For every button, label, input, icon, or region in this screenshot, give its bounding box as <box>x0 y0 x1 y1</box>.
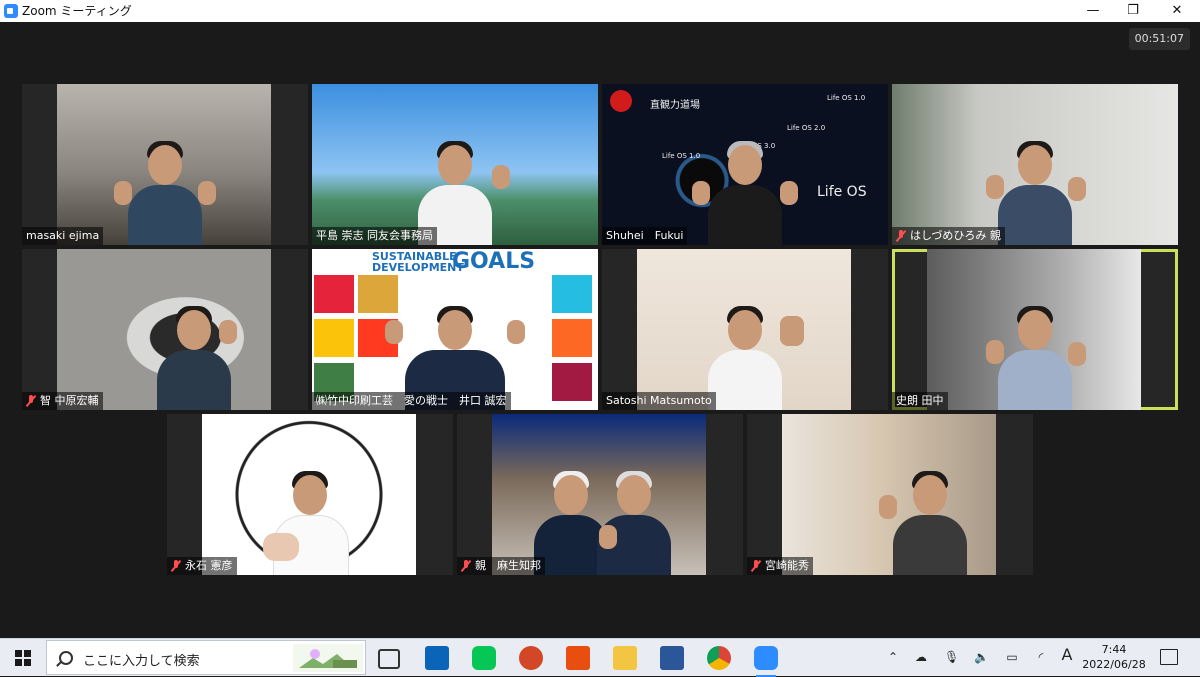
participant-tile-active-speaker[interactable]: 史朗 田中 <box>892 249 1178 410</box>
participant-name: 平島 崇志 同友会事務局 <box>316 229 433 242</box>
sdg-heading: SUSTAINABLE DEVELOPMENT <box>372 251 464 273</box>
participant-video <box>879 465 975 575</box>
participant-video <box>986 300 1086 410</box>
participant-tile[interactable]: SUSTAINABLE DEVELOPMENT GOALS ㈱竹中印刷工芸 愛の… <box>312 249 598 410</box>
participant-tile[interactable]: 平島 崇志 同友会事務局 <box>312 84 598 245</box>
chevron-up-icon[interactable]: ⌃ <box>886 650 900 664</box>
clock-date: 2022/06/28 <box>1082 658 1146 671</box>
ime-mode-indicator[interactable]: A <box>1060 647 1074 663</box>
chrome-icon[interactable] <box>707 646 731 670</box>
speaker-icon[interactable]: 🔈 <box>974 650 989 664</box>
zoom-taskbar-icon[interactable] <box>754 646 778 677</box>
lifeos-brand: Life OS <box>817 184 867 200</box>
participant-name-tag: はしづめひろみ 親 <box>892 227 1005 245</box>
word-icon[interactable] <box>660 646 684 670</box>
search-highlight-illustration <box>293 644 363 672</box>
participant-name: ㈱竹中印刷工芸 愛の戦士 井口 誠宏 <box>316 394 507 407</box>
wifi-icon[interactable]: ◜ <box>1034 650 1048 664</box>
window-title-bar: Zoom ミーティング — ❐ ✕ <box>0 0 1200 22</box>
participant-tile[interactable]: 智 中原宏輔 <box>22 249 308 410</box>
participant-video <box>692 135 798 245</box>
participant-tile[interactable]: 直観力道場 Life OS 1.0 Life OS 1.0 Life OS 2.… <box>602 84 888 245</box>
mic-muted-icon <box>896 230 906 242</box>
microphone-icon[interactable]: 🎙 <box>944 650 959 664</box>
participant-name-tag: 史朗 田中 <box>892 392 948 410</box>
participant-tile[interactable]: はしづめひろみ 親 <box>892 84 1178 245</box>
line-icon[interactable] <box>472 646 496 670</box>
participant-name-tag: ㈱竹中印刷工芸 愛の戦士 井口 誠宏 <box>312 392 511 410</box>
clock-time: 7:44 <box>1101 643 1127 656</box>
lifeos-label: Life OS 1.0 <box>827 94 866 102</box>
file-explorer-icon[interactable] <box>613 646 637 670</box>
participant-name-tag: 平島 崇志 同友会事務局 <box>312 227 437 245</box>
participant-name-tag: 永石 憲彦 <box>167 557 237 575</box>
outlook-icon[interactable] <box>425 646 449 670</box>
participant-name-tag: masaki ejima <box>22 227 104 245</box>
participant-name: Satoshi Matsumoto <box>606 394 712 407</box>
lifeos-label: Life OS 1.0 <box>662 152 701 160</box>
notification-center-icon[interactable] <box>1160 649 1178 665</box>
participant-name: 史朗 田中 <box>896 394 944 407</box>
participant-name: 親 麻生知邦 <box>475 559 541 572</box>
participant-name: 智 中原宏輔 <box>40 394 99 407</box>
participant-video <box>589 465 679 575</box>
mic-muted-icon <box>26 395 36 407</box>
task-view-icon[interactable] <box>378 649 400 669</box>
dojo-title: 直観力道場 <box>650 100 700 111</box>
search-icon <box>59 651 73 665</box>
mic-muted-icon <box>171 560 181 572</box>
participant-name-tag: Shuhei Fukui <box>602 227 688 245</box>
participant-tile[interactable]: 宮崎能秀 <box>747 414 1033 575</box>
taskbar-search-box[interactable]: ここに入力して検索 <box>46 640 366 675</box>
participant-video <box>114 135 216 245</box>
powerpoint-icon[interactable] <box>519 646 543 670</box>
participant-video <box>263 465 355 575</box>
participant-name: masaki ejima <box>26 229 100 242</box>
participant-video <box>149 300 239 410</box>
participant-name-tag: 智 中原宏輔 <box>22 392 103 410</box>
participant-tile[interactable]: 永石 憲彦 <box>167 414 453 575</box>
participant-name: 宮崎能秀 <box>765 559 809 572</box>
participant-name-tag: Satoshi Matsumoto <box>602 392 716 410</box>
mic-muted-icon <box>751 560 761 572</box>
battery-icon[interactable]: ▭ <box>1004 650 1020 664</box>
participant-name-tag: 親 麻生知邦 <box>457 557 545 575</box>
windows-logo-icon <box>15 650 31 666</box>
zoom-app-icon <box>4 4 18 18</box>
participant-tile[interactable]: Satoshi Matsumoto <box>602 249 888 410</box>
participant-name: はしづめひろみ 親 <box>910 229 1001 242</box>
onedrive-icon[interactable]: ☁ <box>914 650 928 664</box>
windows-taskbar: ここに入力して検索 ⌃ ☁ 🎙 🔈 ▭ ◜ A 7:44 2022/06/28 <box>0 638 1200 677</box>
sdg-goals-text: GOALS <box>452 249 536 274</box>
meeting-gallery-view: 00:51:07 masaki ejima 平島 崇志 同友会事務局 直観力道場… <box>0 22 1200 638</box>
close-button[interactable]: ✕ <box>1154 0 1200 22</box>
mic-muted-icon <box>461 560 471 572</box>
search-placeholder: ここに入力して検索 <box>83 654 200 669</box>
taskbar-clock[interactable]: 7:44 2022/06/28 <box>1080 642 1148 672</box>
sdg-heading-text: SUSTAINABLE DEVELOPMENT <box>372 250 464 274</box>
dojo-logo-icon <box>610 90 632 112</box>
meeting-timer: 00:51:07 <box>1128 28 1190 50</box>
restore-button[interactable]: ❐ <box>1110 0 1156 22</box>
participant-name: 永石 憲彦 <box>185 559 233 572</box>
participant-tile[interactable]: 親 麻生知邦 <box>457 414 743 575</box>
participant-name: Shuhei Fukui <box>606 229 684 242</box>
participant-tile[interactable]: masaki ejima <box>22 84 308 245</box>
window-title: Zoom ミーティング <box>22 4 132 18</box>
participant-name-tag: 宮崎能秀 <box>747 557 813 575</box>
office-icon[interactable] <box>566 646 590 670</box>
lifeos-label: Life OS 2.0 <box>787 124 826 132</box>
start-button[interactable] <box>0 639 44 676</box>
